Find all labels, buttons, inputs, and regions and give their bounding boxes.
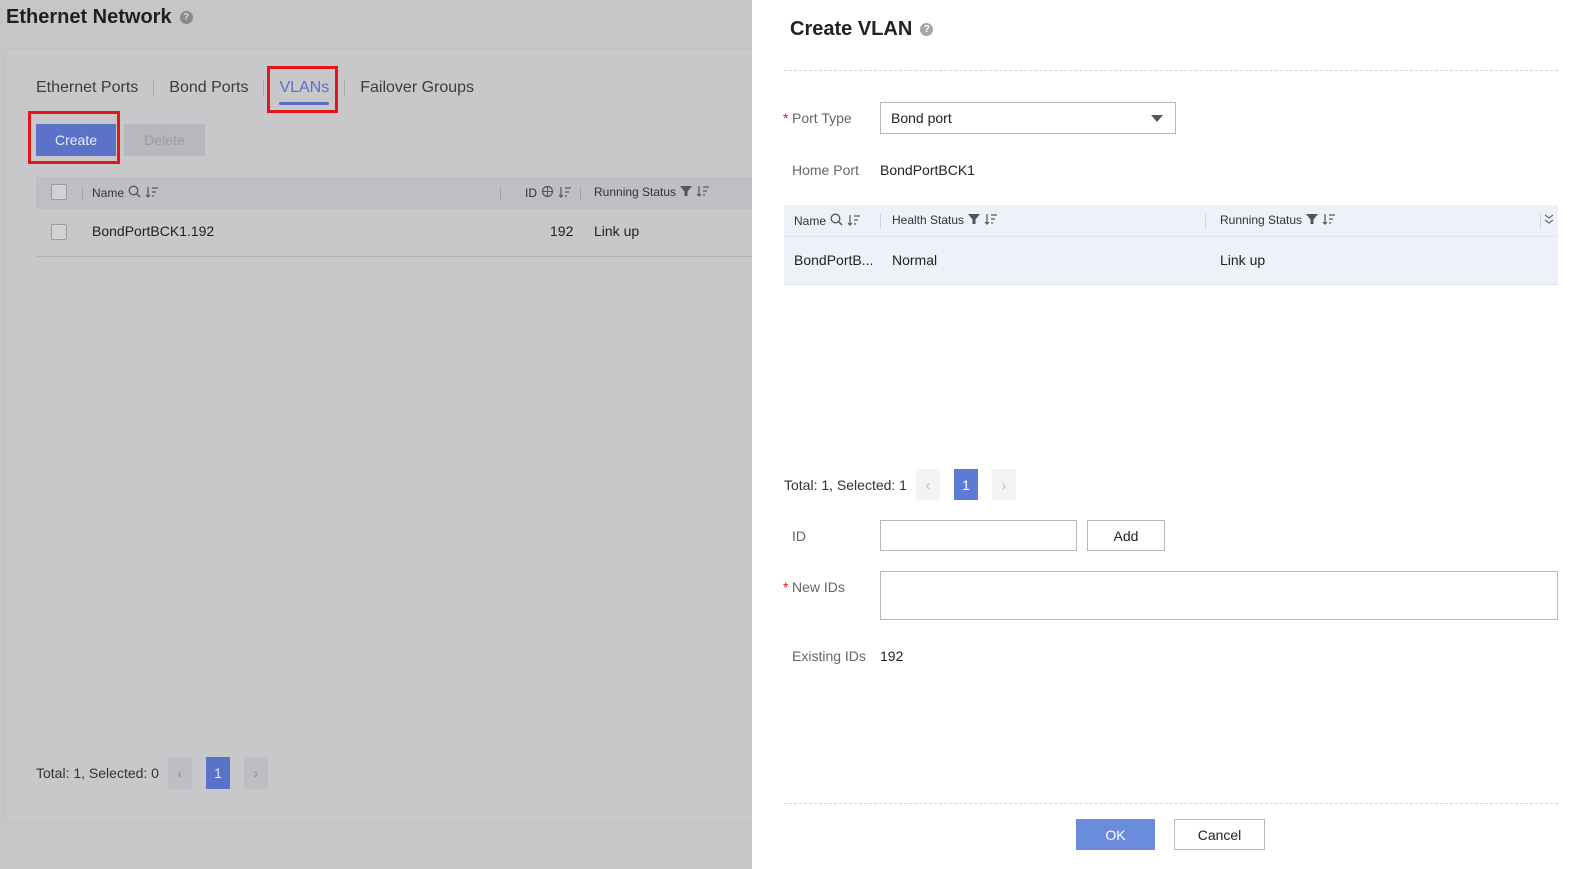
column-divider (580, 186, 581, 200)
new-ids-textarea[interactable] (880, 571, 1558, 620)
sort-icon[interactable] (1322, 213, 1336, 227)
existing-ids-label: Existing IDs (792, 648, 866, 664)
id-label: ID (792, 528, 806, 544)
expand-icon[interactable] (1544, 213, 1554, 228)
chevron-left-icon[interactable]: ‹ (915, 469, 940, 500)
row-id: 192 (550, 223, 574, 239)
row-health-status: Normal (892, 252, 938, 268)
column-header-id: ID (525, 185, 572, 200)
chevron-left-icon[interactable]: ‹ (167, 757, 192, 789)
add-button[interactable]: Add (1087, 520, 1165, 551)
column-divider (500, 186, 501, 200)
divider (784, 803, 1558, 804)
sort-icon[interactable] (145, 186, 159, 200)
row-running-status: Link up (1220, 252, 1266, 268)
row-checkbox[interactable] (51, 224, 67, 240)
filter-icon[interactable] (968, 213, 981, 227)
search-icon[interactable] (830, 213, 843, 228)
caret-down-icon (1151, 115, 1163, 122)
help-icon[interactable]: ? (179, 11, 193, 24)
chevron-right-icon[interactable]: › (243, 757, 268, 789)
page-number-button[interactable]: 1 (953, 469, 978, 500)
column-divider (1540, 214, 1541, 228)
drawer-title: Create VLAN ? (790, 18, 934, 41)
pagination: Total: 1, Selected: 1 ‹ 1 › (784, 469, 1016, 500)
tab-divider (263, 80, 265, 96)
required-marker: * (783, 579, 789, 595)
cancel-button[interactable]: Cancel (1174, 819, 1265, 850)
select-all-checkbox[interactable] (51, 184, 67, 200)
column-header-running-status: Running Status (594, 185, 710, 199)
sort-icon[interactable] (984, 213, 998, 227)
chevron-right-icon[interactable]: › (991, 469, 1016, 500)
column-header-health-status: Health Status (892, 213, 998, 227)
row-running-status: Link up (594, 223, 640, 239)
create-vlan-drawer: Create VLAN ? * Port Type Bond port Home… (752, 0, 1593, 869)
column-header-name: Name (794, 213, 861, 228)
divider (784, 70, 1558, 71)
filter-icon[interactable] (1306, 213, 1319, 227)
tab-divider (153, 80, 155, 96)
column-divider (1205, 214, 1206, 228)
table-row[interactable]: BondPortBCK1.192 192 Link up (36, 209, 766, 257)
help-icon[interactable]: ? (920, 23, 934, 36)
table-header: Name ID Running Status (36, 177, 766, 209)
column-header-running-status: Running Status (1220, 213, 1336, 227)
required-marker: * (783, 110, 789, 126)
search-icon[interactable] (128, 185, 141, 200)
port-type-label: * Port Type (783, 110, 852, 126)
page-number-button[interactable]: 1 (205, 757, 230, 789)
column-header-name: Name (92, 185, 159, 200)
filter-icon[interactable] (680, 185, 693, 199)
existing-ids-value: 192 (880, 648, 904, 664)
row-name: BondPortB... (794, 252, 874, 268)
page-title: Ethernet Network ? (6, 6, 193, 29)
tab-bar: Ethernet Ports Bond Ports VLANs Failover… (30, 77, 480, 105)
tab-bond-ports[interactable]: Bond Ports (163, 77, 254, 99)
port-table-header: Name Health Status Running Status (784, 205, 1558, 237)
highlight-box-create-button (28, 111, 120, 164)
search-icon[interactable] (541, 185, 554, 200)
sort-icon[interactable] (696, 185, 710, 199)
table-row[interactable]: BondPortB... Normal Link up (784, 237, 1558, 285)
delete-button[interactable]: Delete (124, 124, 205, 156)
sort-icon[interactable] (847, 214, 861, 228)
sort-icon[interactable] (558, 186, 572, 200)
pagination-summary: Total: 1, Selected: 1 (784, 476, 907, 493)
port-type-select[interactable]: Bond port (880, 102, 1176, 134)
highlight-box-vlans-tab (267, 66, 338, 113)
pagination: Total: 1, Selected: 0 ‹ 1 › (36, 757, 268, 789)
id-input[interactable] (880, 520, 1077, 551)
pagination-summary: Total: 1, Selected: 0 (36, 765, 159, 781)
ok-button[interactable]: OK (1076, 819, 1155, 850)
home-port-label: Home Port (792, 162, 859, 178)
row-name: BondPortBCK1.192 (92, 223, 215, 239)
new-ids-label: * New IDs (783, 579, 845, 595)
column-divider (82, 186, 83, 200)
home-port-value: BondPortBCK1 (880, 162, 975, 178)
tab-ethernet-ports[interactable]: Ethernet Ports (30, 77, 144, 99)
tab-divider (344, 80, 346, 96)
column-divider (880, 214, 881, 228)
tab-failover-groups[interactable]: Failover Groups (354, 77, 480, 99)
content-card (6, 49, 766, 820)
